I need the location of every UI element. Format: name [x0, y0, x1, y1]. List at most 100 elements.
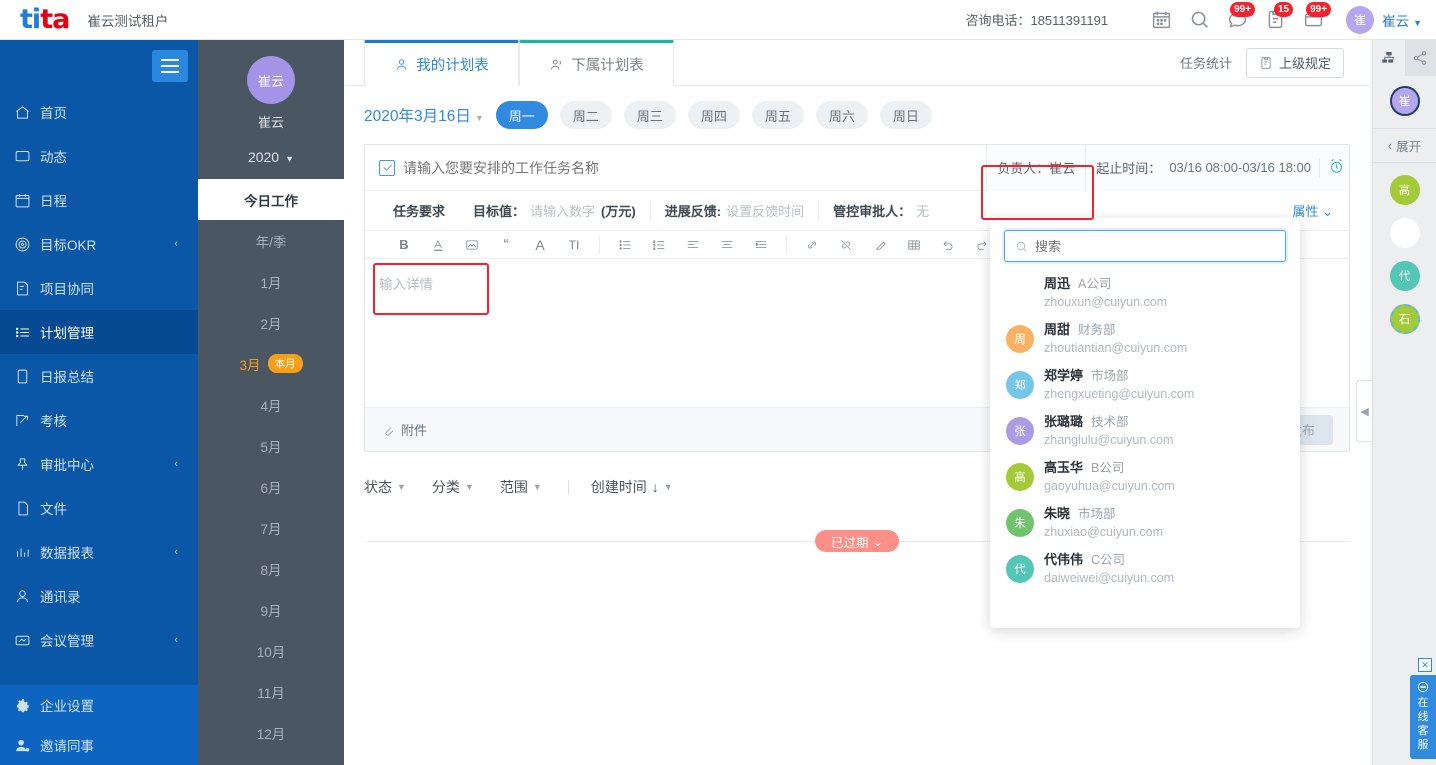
month-item-7[interactable]: 7月: [198, 507, 344, 548]
rail-member-avatar[interactable]: 🐿: [1389, 218, 1420, 248]
sidebar-item-okr[interactable]: 目标OKR ‹: [0, 222, 198, 266]
list-item[interactable]: 张 张璐璐 技术部 zhanglulu@cuiyun.com: [990, 408, 1300, 454]
sidebar-item-files[interactable]: 文件: [0, 486, 198, 530]
undo-icon[interactable]: [931, 238, 965, 252]
task-statistics-link[interactable]: 任务统计: [1180, 53, 1232, 72]
owner-field[interactable]: 负责人： 崔云: [986, 144, 1086, 191]
rail-member-avatar[interactable]: 石: [1389, 304, 1420, 334]
approval-icon[interactable]: 15: [1256, 0, 1294, 40]
sidebar-item-report[interactable]: 日报总结: [0, 354, 198, 398]
bullet-list-icon[interactable]: [608, 238, 642, 252]
month-item-10[interactable]: 10月: [198, 630, 344, 671]
sidebar-item-invite[interactable]: 邀请同事: [0, 725, 198, 765]
filter-category[interactable]: 分类 ▼: [432, 477, 474, 497]
month-item-11[interactable]: 11月: [198, 671, 344, 712]
expired-badge[interactable]: 已过期 ⌄: [815, 530, 899, 552]
superior-rule-button[interactable]: 上级规定: [1245, 47, 1344, 78]
share-icon[interactable]: [1404, 40, 1436, 76]
list-item[interactable]: 周 周甜 财务部 zhoutiantian@cuiyun.com: [990, 316, 1300, 362]
list-item[interactable]: 朱 朱晓 市场部 zhuxiao@cuiyun.com: [990, 500, 1300, 546]
month-item-9[interactable]: 9月: [198, 589, 344, 630]
list-item[interactable]: 代 代伟伟 C公司 daiweiwei@cuiyun.com: [990, 546, 1300, 592]
sidebar-item-schedule[interactable]: 日程: [0, 178, 198, 222]
avatar[interactable]: 崔云: [247, 56, 295, 104]
alarm-clock-icon[interactable]: [1319, 157, 1342, 178]
tab-subordinate-plan[interactable]: 下属计划表: [519, 40, 674, 86]
month-item-12[interactable]: 12月: [198, 712, 344, 753]
sidebar-item-reports[interactable]: 数据报表 ‹: [0, 530, 198, 574]
sidebar-item-approval[interactable]: 审批中心 ‹: [0, 442, 198, 486]
target-field[interactable]: 目标值： 请输入数字 (万元): [459, 201, 650, 221]
calendar-icon[interactable]: [1142, 0, 1180, 40]
text-color-icon[interactable]: [421, 238, 455, 252]
tita-logo[interactable]: tita: [20, 6, 70, 33]
menu-icon[interactable]: [152, 50, 188, 82]
rail-current-user[interactable]: 崔: [1373, 76, 1436, 129]
bold-icon[interactable]: B: [387, 237, 421, 252]
month-item-8[interactable]: 8月: [198, 548, 344, 589]
sidebar-item-plan[interactable]: 计划管理: [0, 310, 198, 354]
search-field[interactable]: [1004, 230, 1286, 262]
rail-expand-button[interactable]: ‹ 展开: [1373, 129, 1436, 163]
online-support-button[interactable]: 在 线 客 服: [1410, 675, 1436, 759]
weekday-tue[interactable]: 周二: [559, 101, 612, 129]
table-icon[interactable]: [897, 238, 931, 252]
month-item-4[interactable]: 4月: [198, 384, 344, 425]
align-center-icon[interactable]: [710, 238, 744, 252]
sidebar-item-meeting[interactable]: 会议管理 ‹: [0, 618, 198, 662]
filter-status[interactable]: 状态 ▼: [364, 477, 406, 497]
indent-icon[interactable]: [744, 238, 778, 252]
filter-scope[interactable]: 范围 ▼: [500, 477, 542, 497]
sidebar-item-contacts[interactable]: 通讯录: [0, 574, 198, 618]
month-item-3[interactable]: 3月 本月: [198, 343, 344, 384]
avatar[interactable]: 崔: [1346, 5, 1375, 34]
sort-created-time[interactable]: 创建时间 ↓ ▼: [591, 477, 673, 497]
user-menu[interactable]: 崔云 ▼: [1382, 10, 1422, 30]
month-item-yearquarter[interactable]: 年/季: [198, 220, 344, 261]
attachment-button[interactable]: 附件: [381, 420, 427, 439]
text-size-icon[interactable]: TI: [557, 238, 591, 252]
task-name-input[interactable]: [403, 159, 987, 176]
weekday-sun[interactable]: 周日: [879, 101, 932, 129]
eraser-icon[interactable]: [863, 238, 897, 252]
time-range-field[interactable]: 起止时间： 03/16 08:00-03/16 18:00: [1085, 144, 1349, 191]
sidebar-item-enterprise-settings[interactable]: 企业设置: [0, 685, 198, 725]
sidebar-item-feed[interactable]: 动态: [0, 134, 198, 178]
current-date[interactable]: 2020年3月16日 ▼: [364, 104, 484, 126]
progress-feedback-field[interactable]: 进展反馈: 设置反馈时间: [649, 200, 818, 221]
month-item-today[interactable]: 今日工作: [198, 179, 344, 220]
align-left-icon[interactable]: [676, 238, 710, 252]
sidebar-item-home[interactable]: 首页: [0, 90, 198, 134]
month-item-1[interactable]: 1月: [198, 261, 344, 302]
close-icon[interactable]: ✕: [1418, 658, 1432, 672]
search-input[interactable]: [1035, 238, 1275, 254]
tab-my-plan[interactable]: 我的计划表: [364, 40, 519, 87]
panel-collapse-handle[interactable]: ◀: [1356, 380, 1372, 442]
numbered-list-icon[interactable]: [642, 238, 676, 252]
weekday-thu[interactable]: 周四: [687, 101, 740, 129]
rail-member-avatar[interactable]: 代: [1389, 261, 1420, 291]
mail-icon[interactable]: 99+: [1294, 0, 1332, 40]
month-item-6[interactable]: 6月: [198, 466, 344, 507]
approver-field[interactable]: 管控审批人： 无: [818, 200, 943, 221]
year-selector[interactable]: 2020 ▼: [198, 149, 344, 165]
search-icon[interactable]: [1180, 0, 1218, 40]
month-item-2[interactable]: 2月: [198, 302, 344, 343]
weekday-mon[interactable]: 周一: [495, 101, 548, 129]
org-chart-icon[interactable]: [1373, 40, 1405, 76]
unlink-icon[interactable]: [829, 238, 863, 252]
quote-icon[interactable]: “: [489, 237, 523, 252]
attributes-toggle[interactable]: 属性 ⌄: [1292, 201, 1349, 220]
list-item[interactable]: 郑 郑学婷 市场部 zhengxueting@cuiyun.com: [990, 362, 1300, 408]
rail-member-avatar[interactable]: 高: [1389, 175, 1420, 205]
checkbox-icon[interactable]: [379, 159, 395, 176]
list-item[interactable]: 🐿 周迅 A公司 zhouxun@cuiyun.com: [990, 270, 1300, 316]
list-item[interactable]: 高 高玉华 B公司 gaoyuhua@cuiyun.com: [990, 454, 1300, 500]
requirement-field[interactable]: 任务要求: [379, 201, 459, 221]
message-icon[interactable]: 99+: [1218, 0, 1256, 40]
month-item-5[interactable]: 5月: [198, 425, 344, 466]
sidebar-item-assessment[interactable]: 考核: [0, 398, 198, 442]
weekday-fri[interactable]: 周五: [751, 101, 804, 129]
font-icon[interactable]: A: [523, 237, 557, 253]
weekday-sat[interactable]: 周六: [815, 101, 868, 129]
